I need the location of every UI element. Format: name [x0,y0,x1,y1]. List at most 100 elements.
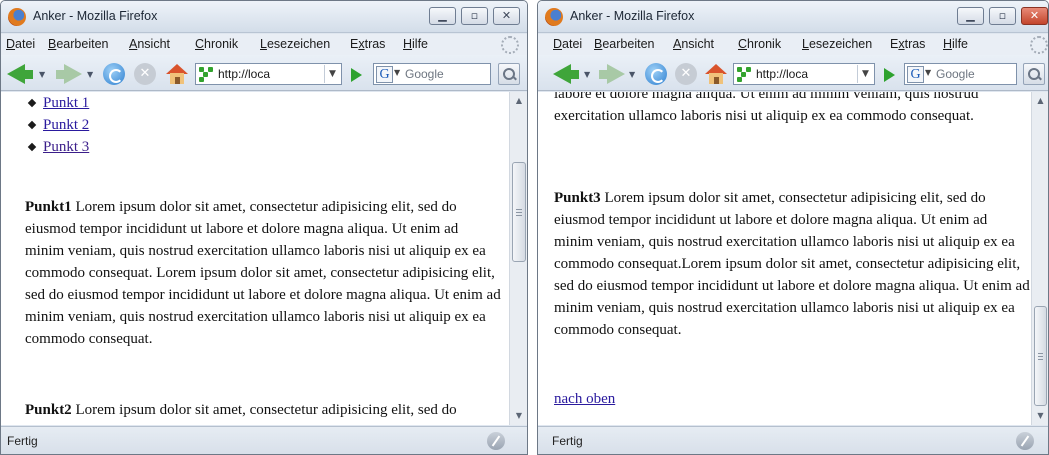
paragraph-punkt-2: Punkt2 Lorem ipsum dolor sit amet, conse… [25,399,501,425]
minimize-icon: ▁ [966,9,975,22]
menu-bearbeiten[interactable]: Bearbeiten [48,37,108,51]
browser-window-left: Anker - Mozilla Firefox ▁ ▫ ✕ Datei Bear… [0,0,528,455]
back-button[interactable] [23,70,33,79]
anchor-link-punkt-3[interactable]: Punkt 3 [43,139,89,155]
menu-chronik[interactable]: Chronik [738,37,781,51]
menu-lesezeichen[interactable]: Lesezeichen [802,37,872,51]
scroll-up-icon[interactable]: ▲ [1032,92,1048,110]
forward-arrow-icon[interactable] [607,64,625,84]
status-text: Fertig [7,434,38,448]
menu-bar: Datei Bearbeiten Ansicht Chronik Lesezei… [538,34,1048,55]
scroll-down-icon[interactable]: ▼ [1032,407,1048,425]
title-bar[interactable]: Anker - Mozilla Firefox ▁ ▫ ✕ [538,1,1048,33]
paragraph-fragment: labore et dolore magna aliqua. Ut enim a… [554,92,979,124]
paragraph-heading: Punkt3 [554,190,601,206]
menu-lesezeichen[interactable]: Lesezeichen [260,37,330,51]
maximize-icon: ▫ [998,9,1007,22]
menu-ansicht[interactable]: Ansicht [129,37,170,51]
firefox-icon [545,8,563,26]
search-engine-icon[interactable]: G [907,66,924,83]
menu-hilfe[interactable]: Hilfe [943,37,968,51]
menu-ansicht[interactable]: Ansicht [673,37,714,51]
search-engine-dropdown-icon[interactable]: ▼ [925,68,931,77]
url-history-dropdown-icon[interactable]: ▼ [857,65,873,83]
url-history-dropdown-icon[interactable]: ▼ [324,65,340,83]
home-icon[interactable] [166,64,188,84]
url-bar[interactable]: http://loca ▼ [733,63,875,85]
anchor-link-punkt-2[interactable]: Punkt 2 [43,117,89,133]
url-bar[interactable]: http://loca ▼ [195,63,342,85]
list-item: Punkt 3 [43,136,89,158]
maximize-button[interactable]: ▫ [461,7,488,25]
forward-arrow-icon[interactable] [64,64,82,84]
menu-extras[interactable]: Extras [350,37,385,51]
menu-hilfe[interactable]: Hilfe [403,37,428,51]
anchor-link-punkt-1[interactable]: Punkt 1 [43,95,89,111]
list-item: Punkt 2 [43,114,89,136]
menu-datei[interactable]: Datei [553,37,582,51]
scroll-down-icon[interactable]: ▼ [510,407,527,425]
reload-icon[interactable] [103,63,125,85]
back-button[interactable] [569,70,579,79]
menu-chronik[interactable]: Chronik [195,37,238,51]
minimize-button[interactable]: ▁ [957,7,984,25]
menu-bearbeiten[interactable]: Bearbeiten [594,37,654,51]
window-title: Anker - Mozilla Firefox [33,9,158,23]
url-text[interactable]: http://loca [218,67,270,81]
paragraph-text: Lorem ipsum dolor sit amet, consectetur … [25,199,501,347]
close-button[interactable]: ✕ [1021,7,1048,25]
search-button-icon[interactable] [498,63,520,85]
back-to-top-link[interactable]: nach oben [554,391,615,407]
window-title: Anker - Mozilla Firefox [570,9,695,23]
url-text[interactable]: http://loca [756,67,808,81]
status-bar: Fertig [1,426,527,454]
status-pencil-icon[interactable] [487,432,505,450]
paragraph-punkt-1: Punkt1 Lorem ipsum dolor sit amet, conse… [25,196,501,350]
anchor-link-list: Punkt 1 Punkt 2 Punkt 3 [43,92,89,158]
search-bar[interactable]: G ▼ Google [904,63,1017,85]
scrollbar-thumb[interactable] [512,162,526,262]
paragraph-heading: Punkt2 [25,402,72,418]
site-identity-icon [737,67,752,82]
page-content: labore et dolore magna aliqua. Ut enim a… [538,92,1031,425]
list-item: Punkt 1 [43,92,89,114]
search-engine-dropdown-icon[interactable]: ▼ [394,68,400,77]
title-bar[interactable]: Anker - Mozilla Firefox ▁ ▫ ✕ [1,1,527,33]
close-icon: ✕ [501,9,512,22]
go-button-icon[interactable] [351,68,362,82]
back-history-dropdown-icon[interactable]: ▼ [39,70,45,79]
vertical-scrollbar[interactable]: ▲ ▼ [509,92,527,425]
search-input[interactable]: Google [405,67,444,81]
vertical-scrollbar[interactable]: ▲ ▼ [1031,92,1048,425]
menu-bar: Datei Bearbeiten Ansicht Chronik Lesezei… [1,34,527,55]
close-button[interactable]: ✕ [493,7,520,25]
maximize-button[interactable]: ▫ [989,7,1016,25]
close-icon: ✕ [1029,9,1040,22]
paragraph-punkt-3: Punkt3 Lorem ipsum dolor sit amet, conse… [554,187,1030,341]
search-bar[interactable]: G ▼ Google [373,63,491,85]
maximize-icon: ▫ [470,9,479,22]
search-engine-icon[interactable]: G [376,66,393,83]
search-button-icon[interactable] [1023,63,1045,85]
go-button-icon[interactable] [884,68,895,82]
firefox-icon [8,8,26,26]
menu-extras[interactable]: Extras [890,37,925,51]
reload-icon[interactable] [645,63,667,85]
scrollbar-thumb[interactable] [1034,306,1047,406]
status-bar: Fertig [538,426,1048,454]
navigation-toolbar: ▼ ▼ ✕ http://loca ▼ G ▼ Google [538,55,1048,91]
minimize-button[interactable]: ▁ [429,7,456,25]
activity-throbber-icon [501,36,519,54]
navigation-toolbar: ▼ ▼ ✕ http://loca ▼ G ▼ Google [1,55,527,91]
paragraph-text: Lorem ipsum dolor sit amet, consectetur … [554,190,1030,338]
home-icon[interactable] [705,64,727,84]
status-pencil-icon[interactable] [1016,432,1034,450]
search-input[interactable]: Google [936,67,975,81]
forward-history-dropdown-icon[interactable]: ▼ [629,70,635,79]
forward-history-dropdown-icon[interactable]: ▼ [87,70,93,79]
back-history-dropdown-icon[interactable]: ▼ [584,70,590,79]
stop-icon[interactable]: ✕ [675,63,697,85]
stop-icon[interactable]: ✕ [134,63,156,85]
menu-datei[interactable]: Datei [6,37,35,51]
scroll-up-icon[interactable]: ▲ [510,92,527,110]
